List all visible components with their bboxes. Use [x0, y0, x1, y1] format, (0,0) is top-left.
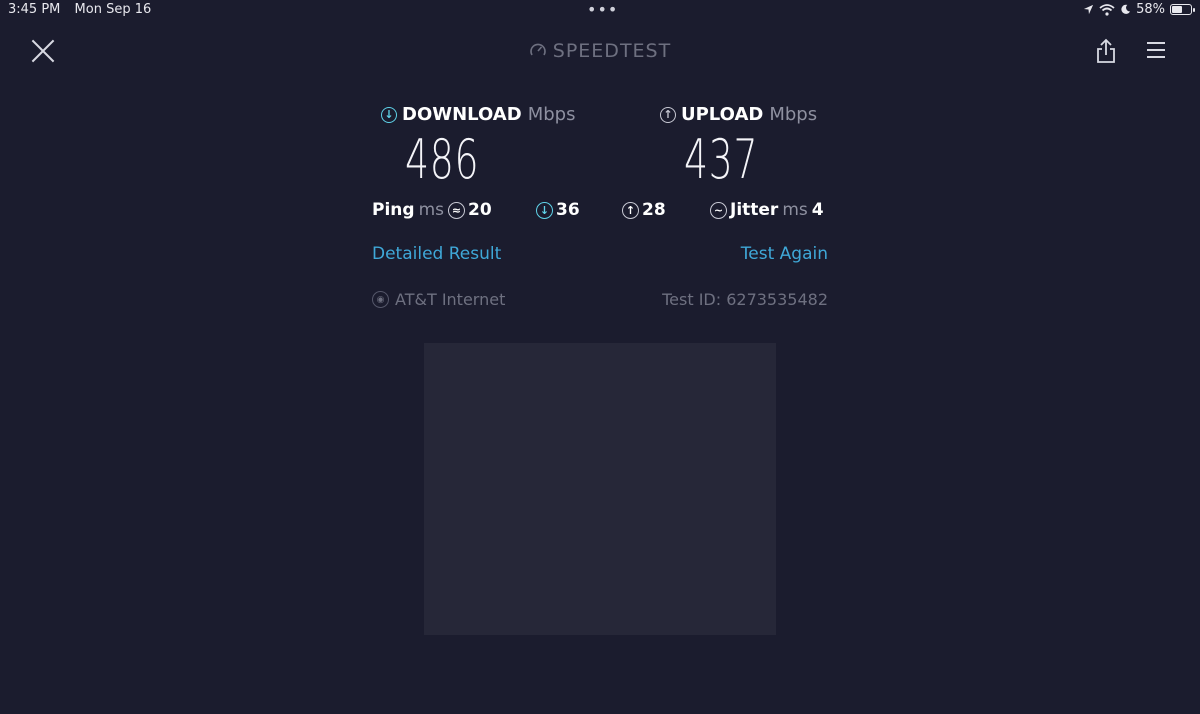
speedometer-icon	[529, 43, 546, 56]
ad-placeholder[interactable]	[424, 343, 776, 635]
ping-idle-icon: ≈	[447, 201, 465, 219]
download-value: 486	[405, 128, 480, 191]
ping-upload: ↑ 28	[622, 200, 666, 220]
download-arrow-icon: ↓	[381, 106, 397, 123]
jitter-unit: ms	[782, 200, 808, 220]
status-date: Mon Sep 16	[74, 2, 152, 17]
test-id: Test ID: 6273535482	[662, 290, 828, 309]
hamburger-icon-line	[1147, 42, 1165, 44]
isp-info: ◉ AT&T Internet	[372, 290, 505, 309]
app-title: SPEEDTEST	[0, 40, 1200, 62]
status-bar-right: 58%	[1083, 2, 1195, 17]
ping-idle: Ping ms ≈ 20	[372, 200, 492, 220]
isp-signal-icon: ◉	[372, 291, 389, 308]
hamburger-icon-line	[1147, 56, 1165, 58]
upload-value: 437	[684, 128, 759, 191]
ping-download-value: 36	[556, 200, 580, 220]
upload-header: ↑ UPLOAD Mbps	[660, 104, 817, 125]
wifi-icon	[1099, 3, 1115, 16]
upload-unit: Mbps	[769, 104, 818, 125]
multitask-dots[interactable]: •••	[587, 0, 618, 19]
jitter-wave-icon: ~	[710, 201, 727, 219]
upload-arrow-icon: ↑	[660, 106, 676, 123]
download-arrow-icon: ↓	[536, 201, 553, 219]
detailed-result-link[interactable]: Detailed Result	[372, 244, 501, 264]
latency-row: Ping ms ≈ 20 ↓ 36 ↑ 28 ~ Jitter ms 4	[372, 200, 828, 224]
menu-button[interactable]	[1147, 42, 1165, 63]
location-icon	[1084, 4, 1094, 15]
status-bar-left: 3:45 PM Mon Sep 16	[8, 2, 161, 17]
upload-arrow-icon: ↑	[622, 201, 639, 219]
jitter: ~ Jitter ms 4	[710, 200, 824, 220]
ping-download: ↓ 36	[536, 200, 580, 220]
upload-label: UPLOAD	[681, 104, 764, 125]
battery-percent: 58%	[1136, 2, 1165, 17]
speedtest-screen: 3:45 PM Mon Sep 16 ••• 58% SPEEDTEST ↓ D…	[0, 0, 1200, 714]
ping-idle-value: 20	[467, 200, 492, 220]
isp-name: AT&T Internet	[395, 290, 506, 309]
share-button[interactable]	[1094, 37, 1118, 69]
hamburger-icon-line	[1147, 49, 1165, 51]
download-header: ↓ DOWNLOAD Mbps	[381, 104, 575, 125]
ping-label: Ping	[372, 200, 415, 220]
download-unit: Mbps	[527, 104, 576, 125]
share-icon	[1097, 38, 1115, 63]
download-label: DOWNLOAD	[402, 104, 522, 125]
ping-unit: ms	[418, 200, 444, 220]
battery-icon	[1170, 4, 1195, 15]
status-time: 3:45 PM	[8, 2, 61, 17]
ping-upload-value: 28	[642, 200, 666, 220]
jitter-label: Jitter	[730, 200, 779, 220]
test-again-link[interactable]: Test Again	[741, 244, 828, 264]
jitter-value: 4	[811, 200, 824, 220]
moon-icon	[1121, 4, 1131, 14]
app-title-text: SPEEDTEST	[552, 40, 672, 62]
